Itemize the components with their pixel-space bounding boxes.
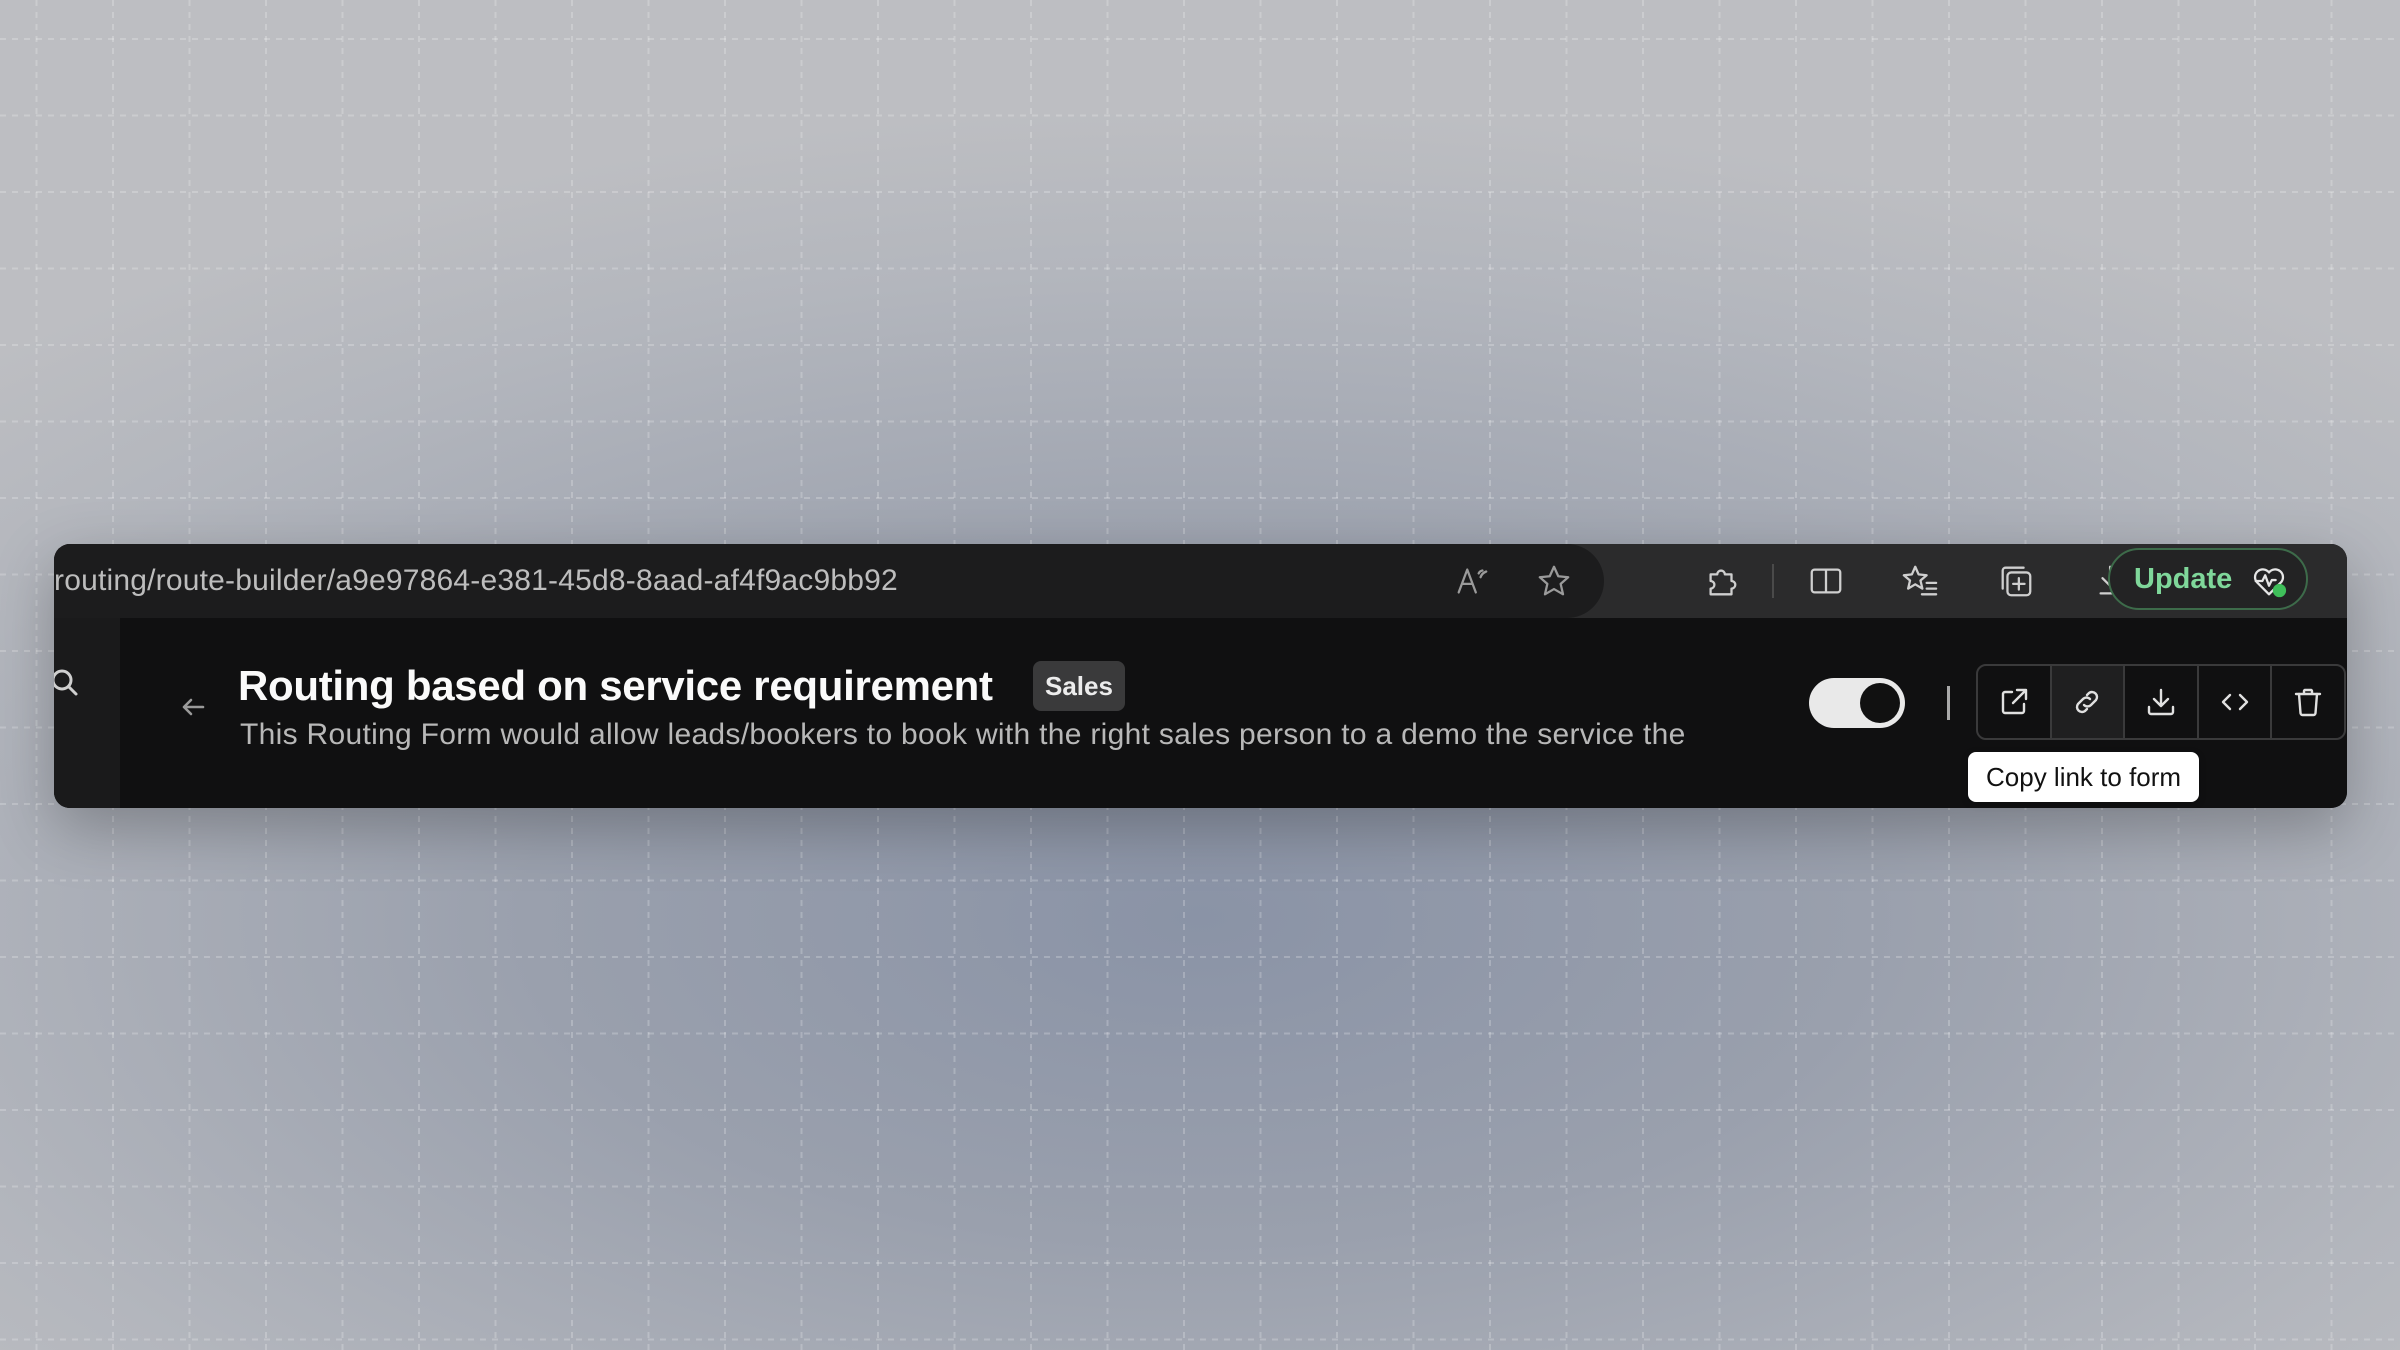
actions-divider [1947, 686, 1950, 720]
form-actions-group [1976, 664, 2346, 740]
form-description: This Routing Form would allow leads/book… [240, 718, 1686, 751]
form-enabled-toggle[interactable] [1809, 678, 1905, 728]
address-bar[interactable]: routing/route-builder/a9e97864-e381-45d8… [54, 544, 1604, 618]
address-url[interactable]: routing/route-builder/a9e97864-e381-45d8… [54, 544, 898, 618]
heart-pulse-icon [2253, 568, 2287, 598]
browser-toolbar: routing/route-builder/a9e97864-e381-45d8… [54, 544, 2347, 618]
external-link-icon [2001, 688, 2027, 715]
collections-icon[interactable] [1996, 561, 2036, 601]
extensions-icon[interactable] [1702, 561, 1742, 601]
link-icon [2076, 690, 2099, 714]
star-icon[interactable] [1534, 561, 1574, 601]
download-icon [2147, 688, 2175, 716]
download-button[interactable] [2125, 666, 2199, 738]
delete-button[interactable] [2272, 666, 2344, 738]
toolbar-separator [1772, 564, 1774, 598]
update-button[interactable]: Update [2108, 548, 2308, 610]
copy-link-button[interactable] [2051, 666, 2126, 738]
sidebar-strip [54, 618, 120, 808]
toggle-knob [1860, 683, 1900, 723]
code-icon [2221, 693, 2248, 711]
favorites-icon[interactable] [1900, 561, 1940, 601]
team-badge: Sales [1033, 661, 1125, 711]
embed-button[interactable] [2199, 666, 2273, 738]
preview-button[interactable] [1978, 666, 2052, 738]
trash-icon [2294, 688, 2322, 717]
split-screen-icon[interactable] [1806, 561, 1846, 601]
copy-link-tooltip: Copy link to form [1968, 752, 2200, 802]
search-icon[interactable] [54, 668, 84, 698]
back-arrow-icon[interactable] [178, 692, 208, 722]
update-label: Update [2134, 562, 2233, 595]
read-aloud-icon[interactable] [1452, 561, 1492, 601]
form-title: Routing based on service requirement [238, 662, 993, 709]
